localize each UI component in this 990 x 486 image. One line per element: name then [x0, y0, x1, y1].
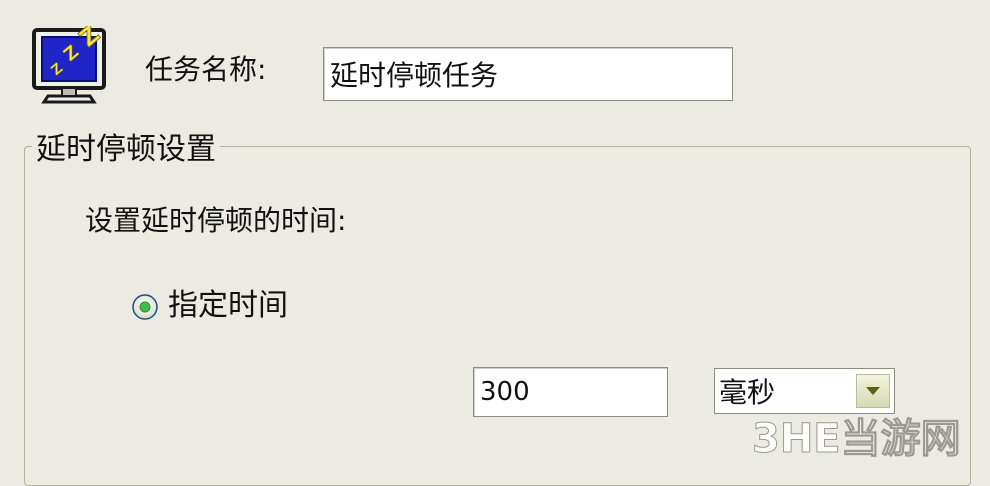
sleep-monitor-icon: Z Z Z	[30, 20, 114, 106]
site-watermark: 3HE当游网	[748, 410, 990, 463]
time-value-input[interactable]: 300	[473, 367, 668, 417]
time-unit-value: 毫秒	[719, 376, 776, 409]
chevron-down-icon[interactable]	[856, 374, 890, 408]
time-unit-select[interactable]: 毫秒	[714, 368, 895, 414]
time-value: 300	[480, 377, 530, 407]
task-name-value: 延时停顿任务	[330, 59, 499, 92]
delay-time-prompt: 设置延时停顿的时间:	[85, 204, 347, 237]
specify-time-radio[interactable]	[130, 292, 160, 322]
specify-time-label[interactable]: 指定时间	[168, 291, 288, 321]
group-title: 延时停顿设置	[32, 133, 220, 167]
task-name-label: 任务名称:	[145, 53, 267, 86]
watermark-text: 3HE当游网	[752, 416, 961, 462]
task-name-input[interactable]: 延时停顿任务	[323, 47, 733, 101]
